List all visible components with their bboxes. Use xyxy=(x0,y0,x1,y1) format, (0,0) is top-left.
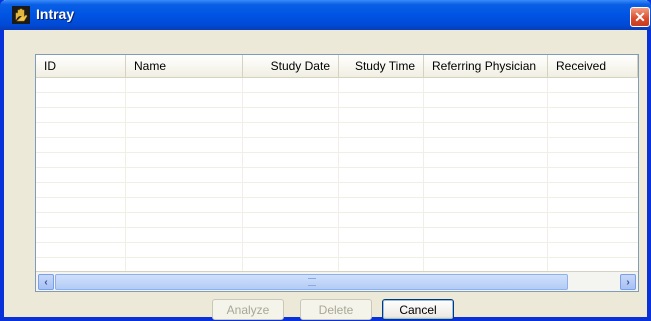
column-header-name[interactable]: Name xyxy=(126,55,243,77)
chevron-left-icon: ‹ xyxy=(44,276,48,288)
close-button[interactable]: ✕ xyxy=(630,7,650,27)
scroll-left-button[interactable]: ‹ xyxy=(38,274,54,290)
study-list[interactable]: ID Name Study Date Study Time Referring … xyxy=(35,54,639,292)
column-header-received[interactable]: Received xyxy=(548,55,638,77)
title-bar[interactable]: Intray xyxy=(0,0,651,30)
cancel-button[interactable]: Cancel xyxy=(382,299,454,320)
hand-icon xyxy=(12,6,30,24)
window-title: Intray xyxy=(36,6,75,22)
grip-icon xyxy=(307,278,316,286)
list-header: ID Name Study Date Study Time Referring … xyxy=(36,55,638,78)
column-header-study-date[interactable]: Study Date xyxy=(243,55,339,77)
scrollbar-thumb[interactable] xyxy=(55,274,568,290)
intray-dialog: Intray ✕ ID Name Study Date Study Time R… xyxy=(0,0,651,321)
column-header-study-time[interactable]: Study Time xyxy=(339,55,424,77)
close-icon: ✕ xyxy=(634,8,646,25)
delete-button[interactable]: Delete xyxy=(300,299,372,320)
chevron-right-icon: › xyxy=(626,276,630,288)
analyze-button[interactable]: Analyze xyxy=(212,299,284,320)
scroll-right-button[interactable]: › xyxy=(620,274,636,290)
column-header-referring-physician[interactable]: Referring Physician xyxy=(424,55,548,77)
list-body[interactable] xyxy=(36,78,638,271)
column-header-id[interactable]: ID xyxy=(36,55,126,77)
horizontal-scrollbar[interactable]: ‹ › xyxy=(36,271,638,291)
